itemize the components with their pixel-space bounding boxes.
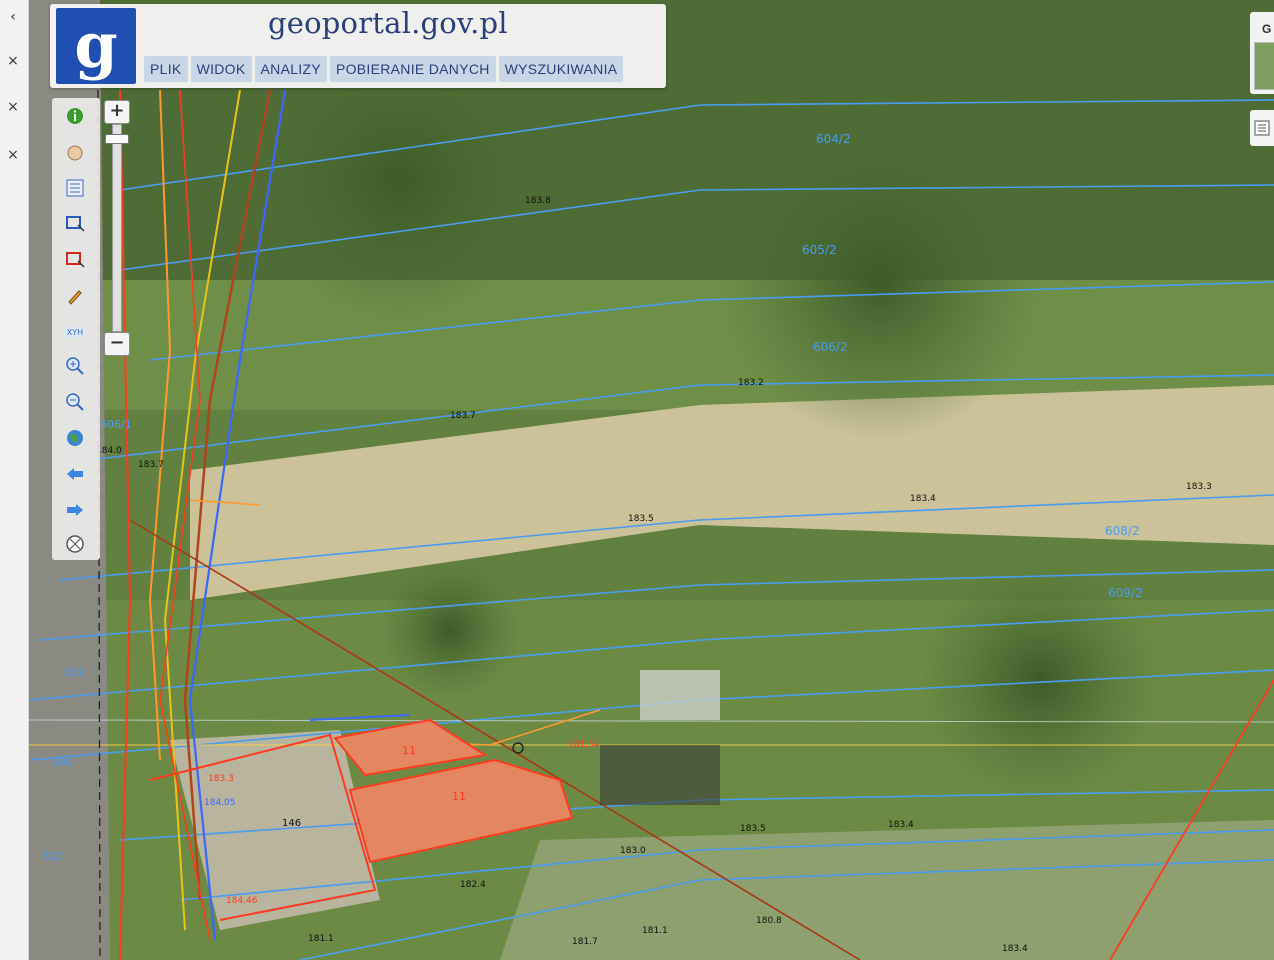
menu-item-pobieranie-danych[interactable]: POBIERANIE DANYCH — [329, 56, 496, 82]
elevation-label: 180.8 — [756, 916, 782, 926]
map-labels: 604/2 605/2 606/2 608/2 609/2 606/1 609 … — [0, 0, 1274, 960]
zoom-slider[interactable] — [112, 124, 122, 332]
menu-item-plik[interactable]: PLIK — [144, 56, 188, 82]
logo-letter: g — [74, 9, 118, 82]
elevation-label: 184.46 — [226, 896, 258, 906]
elevation-label: 183.4 — [1002, 944, 1028, 954]
parcel-label[interactable]: 606/2 — [813, 340, 848, 354]
zoom-in-button[interactable]: + — [104, 100, 130, 124]
menu-item-widok[interactable]: WIDOK — [190, 56, 252, 82]
close-icon[interactable]: × — [4, 98, 22, 116]
elevation-label: 183.4 — [888, 820, 914, 830]
globe-full-extent-icon[interactable] — [60, 424, 90, 452]
parcel-label[interactable]: 605/2 — [802, 243, 837, 257]
info-icon[interactable] — [60, 102, 90, 130]
building-label[interactable]: 11 — [402, 744, 416, 757]
elevation-label: 183.0 — [620, 846, 646, 856]
app-header: g geoportal.gov.pl PLIK WIDOK ANALIZY PO… — [50, 4, 666, 88]
parcel-label[interactable]: 612 — [64, 666, 85, 679]
parcel-label[interactable]: 604/2 — [816, 132, 851, 146]
menu-item-analizy[interactable]: ANALIZY — [254, 56, 327, 82]
map-canvas[interactable]: 604/2 605/2 606/2 608/2 609/2 606/1 609 … — [0, 0, 1274, 960]
close-icon[interactable]: × — [4, 52, 22, 70]
elevation-label: 183.2 — [738, 378, 764, 388]
layers-list-icon[interactable] — [60, 174, 90, 202]
select-object-icon[interactable] — [60, 246, 90, 274]
basemap-switcher[interactable]: G — [1250, 12, 1274, 94]
map-toolbar: XYH — [52, 98, 100, 560]
parcel-label[interactable]: 608/2 — [1105, 524, 1140, 538]
menu-item-wyszukiwania[interactable]: WYSZUKIWANIA — [498, 56, 624, 82]
legend-toggle-button[interactable] — [1250, 110, 1274, 146]
xyh-label: XYH — [64, 326, 86, 338]
elevation-label: 183.5 — [740, 824, 766, 834]
browser-side-strip: ‹ × × × — [0, 0, 29, 960]
parcel-label[interactable]: 609/2 — [1108, 586, 1143, 600]
elevation-label: 183.3 — [208, 774, 234, 784]
zoom-out-icon[interactable] — [60, 388, 90, 416]
pencil-icon[interactable] — [60, 282, 90, 310]
parcel-label[interactable]: 610 — [42, 850, 63, 863]
close-icon[interactable]: × — [4, 146, 22, 164]
elevation-label: 183.7 — [450, 411, 476, 421]
basemap-thumbnail[interactable] — [1254, 42, 1274, 90]
pan-hand-icon[interactable] — [60, 138, 90, 166]
zoom-out-button[interactable]: − — [104, 332, 130, 356]
elevation-label: 183.8 — [525, 196, 551, 206]
history-forward-icon[interactable] — [60, 496, 90, 524]
select-area-icon[interactable] — [60, 210, 90, 238]
basemap-label: G — [1262, 22, 1272, 36]
elevation-label: 181.1 — [642, 926, 668, 936]
history-back-icon[interactable] — [60, 460, 90, 488]
parcel-label[interactable]: 606/1 — [100, 418, 132, 431]
elevation-label: 184.05 — [204, 798, 236, 808]
zoom-control: + − — [100, 98, 132, 360]
zoom-in-icon[interactable] — [60, 352, 90, 380]
building-label[interactable]: 146 — [282, 818, 301, 829]
chevron-left-icon[interactable]: ‹ — [4, 8, 22, 26]
zoom-slider-handle[interactable] — [105, 133, 129, 144]
site-title: geoportal.gov.pl — [268, 6, 508, 40]
elevation-label: 183.4 — [910, 494, 936, 504]
elevation-label: 183.3 — [1186, 482, 1212, 492]
legend-icon — [1254, 120, 1270, 136]
building-label[interactable]: 11 — [452, 790, 466, 803]
elevation-label: 183.5 — [628, 514, 654, 524]
main-menu: PLIK WIDOK ANALIZY POBIERANIE DANYCH WYS… — [144, 56, 624, 82]
elevation-label: 181.7 — [572, 937, 598, 947]
elevation-label: 182.4 — [460, 880, 486, 890]
parcel-label[interactable]: 609 — [52, 756, 73, 769]
elevation-label: 183.7 — [138, 460, 164, 470]
elevation-label: 181.1 — [308, 934, 334, 944]
elevation-label: 181.54 — [568, 740, 600, 750]
xyh-coordinates-icon[interactable]: XYH — [60, 318, 90, 346]
geoportal-logo[interactable]: g — [56, 8, 136, 84]
clear-icon[interactable] — [60, 530, 90, 558]
